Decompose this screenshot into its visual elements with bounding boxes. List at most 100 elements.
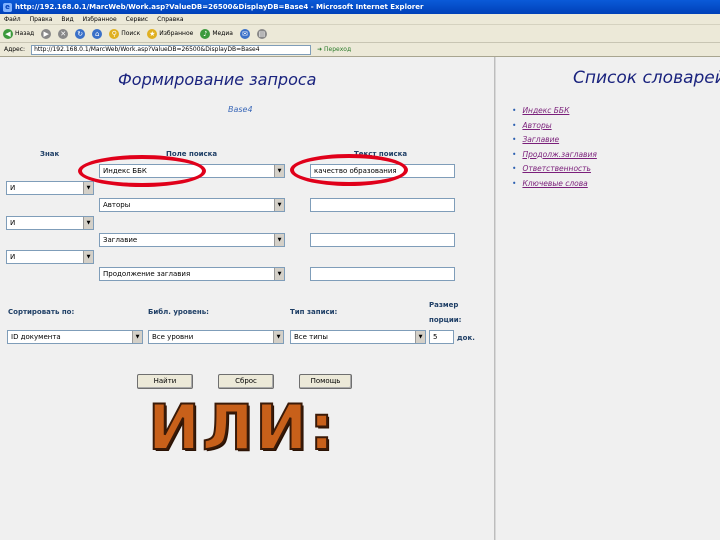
type-label: Тип записи:: [290, 308, 338, 316]
sign-select-4-value: И: [10, 253, 16, 261]
forward-button[interactable]: ▶: [41, 28, 52, 39]
chevron-down-icon: ▼: [274, 199, 284, 211]
sign-select-3[interactable]: И ▼: [6, 216, 94, 230]
dictionary-item-keywords[interactable]: Ключевые слова: [512, 179, 597, 194]
dictionary-item-label: Ключевые слова: [522, 178, 588, 188]
stop-icon: ✕: [58, 28, 69, 39]
menu-help[interactable]: Справка: [157, 16, 183, 23]
type-select-value: Все типы: [294, 333, 328, 341]
reset-button[interactable]: Сброс: [218, 374, 274, 389]
home-icon: ⌂: [92, 28, 103, 39]
page-content: Формирование запроса Base4 Знак Поле пои…: [0, 57, 720, 540]
menu-edit[interactable]: Правка: [30, 16, 53, 23]
portion-label-1: Размер: [429, 301, 459, 309]
window-title: http://192.168.0.1/MarcWeb/Work.asp?Valu…: [15, 3, 424, 11]
print-button[interactable]: ▤: [256, 28, 267, 39]
dictionary-item-label: Продолж.заглавия: [522, 149, 597, 159]
sign-header: Знак: [40, 150, 60, 158]
sort-select[interactable]: ID документа ▼: [7, 330, 143, 344]
find-button[interactable]: Найти: [137, 374, 193, 389]
address-label: Адрес:: [4, 46, 26, 53]
home-button[interactable]: ⌂: [92, 28, 103, 39]
mail-icon: ✉: [239, 28, 250, 39]
highlight-ellipse-field: [78, 155, 206, 187]
go-arrow-icon: ➜: [317, 46, 323, 53]
dictionary-item-title[interactable]: Заглавие: [512, 135, 597, 150]
sign-select-2[interactable]: И ▼: [6, 181, 94, 195]
dictionary-item-label: Авторы: [522, 120, 552, 130]
level-select[interactable]: Все уровни ▼: [148, 330, 284, 344]
favorites-label: Избранное: [159, 30, 194, 37]
type-select[interactable]: Все типы ▼: [290, 330, 426, 344]
address-bar: Адрес: http://192.168.0.1/MarcWeb/Work.a…: [0, 43, 720, 57]
star-icon: ★: [147, 28, 158, 39]
sort-label: Сортировать по:: [8, 308, 75, 316]
overlay-or-text: ИЛИ:: [147, 391, 337, 464]
chevron-down-icon: ▼: [83, 182, 93, 194]
title-bar: e http://192.168.0.1/MarcWeb/Work.asp?Va…: [0, 0, 720, 14]
browser-window: e http://192.168.0.1/MarcWeb/Work.asp?Va…: [0, 0, 720, 540]
dictionary-item-label: Ответственность: [522, 164, 591, 173]
back-button[interactable]: ◀ Назад: [3, 28, 35, 39]
highlight-ellipse-term: [290, 154, 408, 186]
chevron-down-icon: ▼: [274, 268, 284, 280]
term-input-4[interactable]: [310, 267, 455, 281]
refresh-icon: ↻: [75, 28, 86, 39]
search-button[interactable]: ⚲ Поиск: [109, 28, 141, 39]
dictionary-item-label: Заглавие: [522, 135, 560, 144]
media-button[interactable]: ♪ Медиа: [200, 28, 233, 39]
portion-label-2: порции:: [429, 316, 462, 324]
dictionary-item-authors[interactable]: Авторы: [512, 121, 597, 136]
chevron-down-icon: ▼: [273, 331, 283, 343]
forward-arrow-icon: ▶: [41, 28, 52, 39]
back-label: Назад: [15, 30, 35, 37]
sign-select-4[interactable]: И ▼: [6, 250, 94, 264]
field-select-3[interactable]: Заглавие ▼: [99, 233, 285, 247]
stop-button[interactable]: ✕: [58, 28, 69, 39]
sort-select-value: ID документа: [11, 333, 61, 341]
search-icon: ⚲: [109, 28, 120, 39]
media-label: Медиа: [212, 30, 233, 37]
level-label: Библ. уровень:: [148, 308, 209, 316]
term-input-2[interactable]: [310, 198, 455, 212]
sign-select-2-value: И: [10, 184, 16, 192]
portion-input[interactable]: 5: [429, 330, 454, 344]
dictionary-item-responsibility[interactable]: Ответственность: [512, 164, 597, 179]
chevron-down-icon: ▼: [274, 165, 284, 177]
dictionary-title: Список словарей: [573, 68, 720, 88]
menu-view[interactable]: Вид: [61, 16, 73, 23]
back-arrow-icon: ◀: [3, 28, 13, 39]
address-input[interactable]: http://192.168.0.1/MarcWeb/Work.asp?Valu…: [31, 44, 312, 55]
field-select-4-value: Продолжение заглавия: [103, 270, 191, 278]
media-icon: ♪: [200, 28, 211, 39]
menu-bar: Файл Правка Вид Избранное Сервис Справка: [0, 14, 720, 25]
dictionary-item-label: Индекс ББК: [522, 106, 570, 115]
go-label: Переход: [324, 46, 352, 53]
chevron-down-icon: ▼: [132, 331, 142, 343]
search-label: Поиск: [121, 30, 141, 37]
chevron-down-icon: ▼: [83, 217, 93, 229]
menu-tools[interactable]: Сервис: [126, 16, 148, 23]
refresh-button[interactable]: ↻: [75, 28, 86, 39]
field-select-2[interactable]: Авторы ▼: [99, 198, 285, 212]
menu-favorites[interactable]: Избранное: [83, 16, 117, 23]
database-name: Base4: [228, 105, 253, 114]
dictionary-list: Индекс ББК Авторы Заглавие Продолж.загла…: [512, 106, 597, 194]
ie-icon: e: [3, 2, 12, 12]
menu-file[interactable]: Файл: [4, 16, 21, 23]
go-button[interactable]: ➜ Переход: [317, 46, 351, 53]
help-button[interactable]: Помощь: [299, 374, 352, 389]
field-select-2-value: Авторы: [103, 201, 131, 209]
field-select-3-value: Заглавие: [103, 236, 138, 244]
term-input-3[interactable]: [310, 233, 455, 247]
chevron-down-icon: ▼: [83, 251, 93, 263]
dictionary-item-subtitle[interactable]: Продолж.заглавия: [512, 149, 597, 165]
form-title: Формирование запроса: [118, 70, 317, 89]
favorites-button[interactable]: ★ Избранное: [147, 28, 194, 39]
mail-button[interactable]: ✉: [239, 28, 250, 39]
dictionary-item-bbk[interactable]: Индекс ББК: [512, 106, 597, 121]
field-select-4[interactable]: Продолжение заглавия ▼: [99, 267, 285, 281]
chevron-down-icon: ▼: [415, 331, 425, 343]
frame-divider[interactable]: [494, 57, 496, 540]
sign-select-3-value: И: [10, 219, 16, 227]
